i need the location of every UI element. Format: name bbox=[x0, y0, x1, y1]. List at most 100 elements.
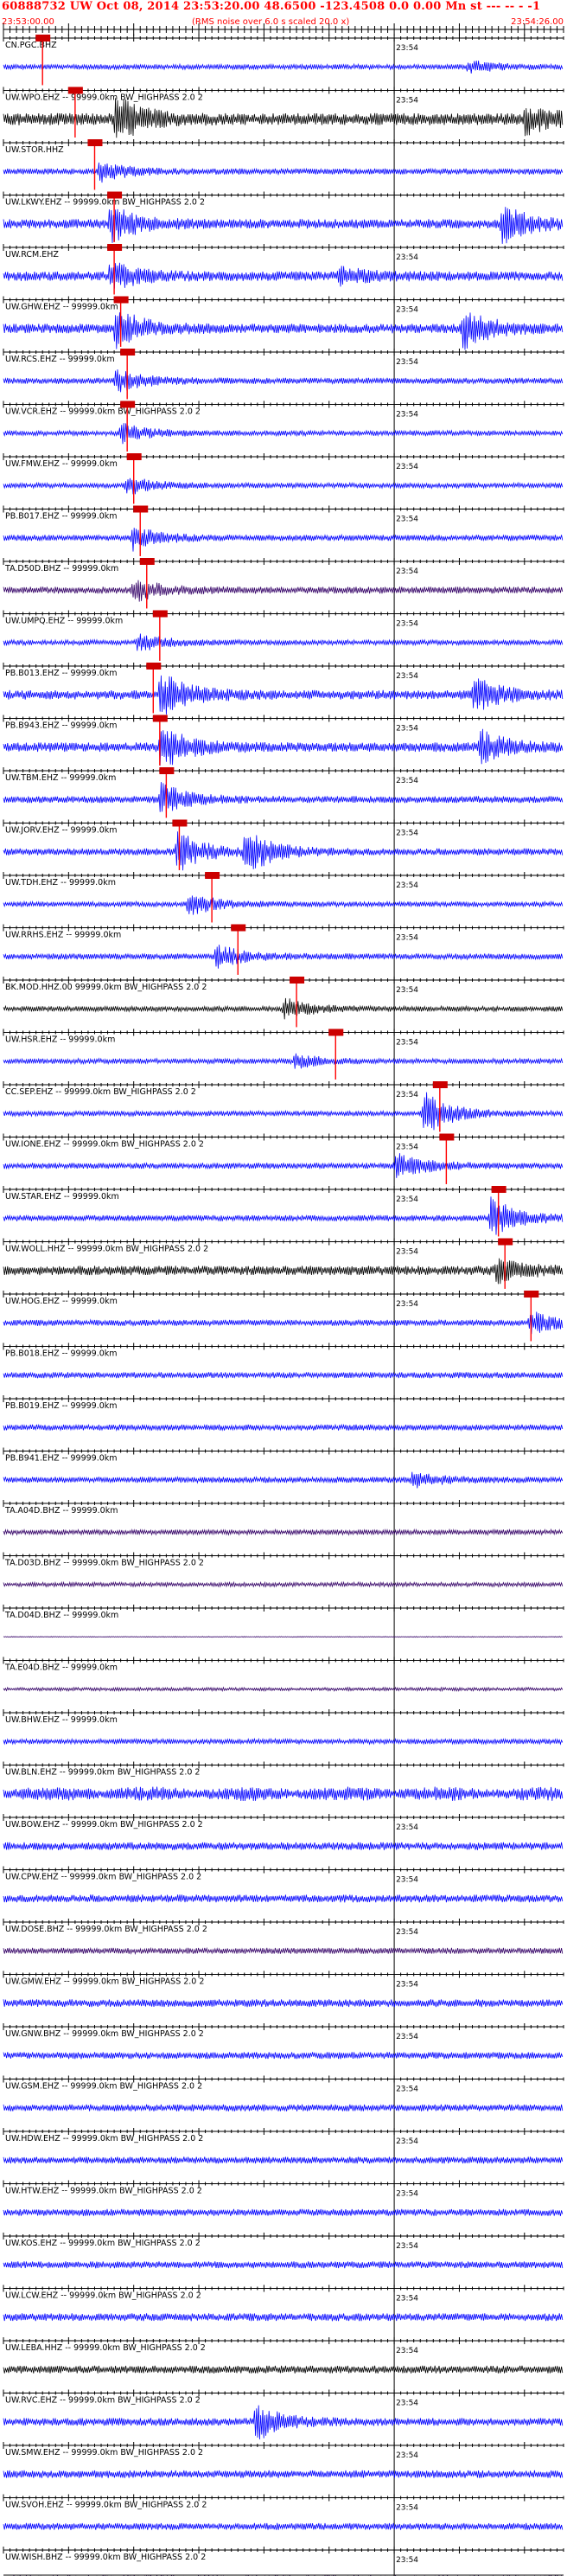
channel-label: UW.RCS.EHZ -- 99999.0km bbox=[5, 355, 115, 364]
channel-strip: 23:54 UW.LEBA.HHZ -- 99999.0km BW_HIGHPAS… bbox=[3, 2337, 564, 2393]
channel-label: CN.PGC.BHZ bbox=[5, 41, 57, 50]
channel-label: UW.BLN.EHZ -- 99999.0km BW_HIGHPASS 2.0 … bbox=[5, 1768, 200, 1778]
channel-strip: 23:54 UW.GMW.EHZ -- 99999.0km BW_HIGHPASS… bbox=[3, 1970, 564, 2027]
waveform-trace bbox=[3, 1311, 564, 1335]
channel-strip: 23:54 UW.GHW.EHZ -- 99999.0km bbox=[3, 296, 564, 352]
channel-strip: 23:54 UW.JORV.EHZ -- 99999.0km bbox=[3, 819, 564, 875]
minute-label: 23:54 bbox=[396, 463, 418, 471]
channel-strip: PB.B018.EHZ -- 99999.0km bbox=[3, 1342, 564, 1399]
channel-label: UW.CPW.EHZ -- 99999.0km BW_HIGHPASS 2.0 … bbox=[5, 1873, 201, 1882]
waveform-trace bbox=[3, 633, 564, 651]
minute-label: 23:54 bbox=[396, 620, 418, 629]
waveform-trace bbox=[3, 2522, 564, 2531]
waveform-trace bbox=[3, 477, 564, 495]
waveform-trace bbox=[3, 1471, 564, 1489]
pick-flag bbox=[498, 1238, 513, 1246]
pick-flag bbox=[139, 558, 155, 565]
channel-label: UW.IONE.EHZ -- 99999.0km BW_HIGHPASS 2.0… bbox=[5, 1140, 204, 1150]
waveform-trace bbox=[3, 1686, 564, 1693]
channel-label: PB.B013.EHZ -- 99999.0km bbox=[5, 669, 118, 678]
channel-label: UW.BOW.EHZ -- 99999.0km BW_HIGHPASS 2.0 … bbox=[5, 1820, 203, 1829]
pick-flag bbox=[107, 191, 123, 199]
channel-label: UW.GSM.EHZ -- 99999.0km BW_HIGHPASS 2.0 … bbox=[5, 2082, 202, 2092]
channel-strip: 23:54 UW.FMW.EHZ -- 99999.0km bbox=[3, 453, 564, 509]
channel-label: UW.WISH.BHZ -- 99999.0km BW_HIGHPASS 2.0… bbox=[5, 2553, 206, 2562]
minute-label: 23:54 bbox=[396, 2504, 418, 2513]
channel-strip: 23:54 TA.D50D.BHZ -- 99999.0km bbox=[3, 558, 564, 614]
channel-label: BK.MOD.HHZ.00 99999.0km BW_HIGHPASS 2.0 … bbox=[5, 983, 207, 992]
seismogram-page: 60888732 UW Oct 08, 2014 23:53:20.00 48.… bbox=[0, 0, 567, 2576]
channel-strip: 23:54 PB.B013.EHZ -- 99999.0km bbox=[3, 663, 564, 719]
pick-flag bbox=[328, 1028, 344, 1036]
pick-flag bbox=[133, 505, 149, 513]
minute-label: 23:54 bbox=[396, 2033, 418, 2041]
channel-strip: PB.B019.EHZ -- 99999.0km bbox=[3, 1395, 564, 1451]
channel-strip: 23:54 UW.TDH.EHZ -- 99999.0km bbox=[3, 872, 564, 928]
pick-flag bbox=[35, 35, 51, 42]
channel-label: PB.B943.EHZ -- 99999.0km bbox=[5, 721, 118, 731]
channel-label: TA.D04D.BHZ -- 99999.0km bbox=[4, 1611, 118, 1620]
channel-strip: TA.D03D.BHZ -- 99999.0km BW_HIGHPASS 2.0… bbox=[3, 1552, 564, 1608]
channel-label: UW.KOS.EHZ -- 99999.0km BW_HIGHPASS 2.0 … bbox=[5, 2239, 201, 2248]
minute-label: 23:54 bbox=[396, 1195, 418, 1204]
minute-label: 23:54 bbox=[396, 1876, 418, 1885]
waveform-trace bbox=[3, 2260, 564, 2269]
minute-label: 23:54 bbox=[396, 2242, 418, 2251]
minute-label: 23:54 bbox=[396, 830, 418, 838]
pick-flag bbox=[159, 767, 175, 774]
waveform-trace bbox=[3, 945, 564, 969]
waveform-trace bbox=[3, 831, 564, 871]
channel-strip: 23:54 UW.IONE.EHZ -- 99999.0km BW_HIGHPAS… bbox=[3, 1133, 564, 1189]
channel-strip: UW.BLN.EHZ -- 99999.0km BW_HIGHPASS 2.0 … bbox=[3, 1761, 564, 1817]
channel-label: UW.STOR.HHZ bbox=[5, 145, 64, 155]
minute-label: 23:54 bbox=[396, 44, 418, 53]
waveform-trace bbox=[3, 423, 564, 445]
channel-label: UW.HDW.EHZ -- 99999.0km BW_HIGHPASS 2.0 … bbox=[5, 2134, 203, 2143]
channel-strip: 23:54 UW.RCM.EHZ bbox=[3, 244, 564, 300]
waveform-trace bbox=[3, 1196, 564, 1235]
pick-flag bbox=[205, 872, 220, 879]
channel-label: UW.LEBA.HHZ -- 99999.0km BW_HIGHPASS 2.0… bbox=[5, 2343, 206, 2353]
channel-strip: 23:54 BK.MOD.HHZ.00 99999.0km BW_HIGHPASS… bbox=[3, 977, 564, 1033]
waveform-trace bbox=[3, 997, 564, 1020]
channel-strip: 23:54 UW.CPW.EHZ -- 99999.0km BW_HIGHPASS… bbox=[3, 1866, 564, 1922]
waveform-trace bbox=[3, 1737, 564, 1746]
pick-flag bbox=[152, 714, 168, 722]
channel-strip: 23:54 UW.HDW.EHZ -- 99999.0km BW_HIGHPASS… bbox=[3, 2128, 564, 2184]
channel-strip: TA.A04D.BHZ -- 99999.0km bbox=[3, 1500, 564, 1556]
channel-strip: 23:54 UW.HSR.EHZ -- 99999.0km bbox=[3, 1028, 564, 1085]
pick-flag bbox=[120, 400, 136, 408]
channel-label: UW.BHW.EHZ -- 99999.0km bbox=[5, 1715, 118, 1725]
channel-label: UW.WOLL.HHZ -- 99999.0km BW_HIGHPASS 2.0… bbox=[5, 1245, 208, 1254]
channel-strip: 23:54 UW.STAR.EHZ -- 99999.0km bbox=[3, 1186, 564, 1242]
channel-label: UW.SVOH.EHZ -- 99999.0km BW_HIGHPASS 2.0… bbox=[5, 2501, 207, 2510]
minute-label: 23:54 bbox=[396, 1039, 418, 1048]
channel-label: UW.TBM.EHZ -- 99999.0km bbox=[5, 773, 116, 783]
minute-label: 23:54 bbox=[396, 2400, 418, 2408]
minute-label: 23:54 bbox=[396, 2137, 418, 2146]
minute-label: 23:54 bbox=[396, 2451, 418, 2460]
channel-strip: 23:54 UW.VCR.EHZ -- 99999.0km BW_HIGHPASS… bbox=[3, 400, 564, 457]
pick-flag bbox=[87, 139, 103, 146]
waveform-trace bbox=[3, 528, 564, 552]
waveform-trace bbox=[3, 1423, 564, 1432]
minute-label: 23:54 bbox=[396, 567, 418, 576]
pick-flag bbox=[290, 977, 305, 984]
channel-label: UW.FMW.EHZ -- 99999.0km bbox=[5, 459, 118, 469]
channel-label: UW.RRHS.EHZ -- 99999.0km bbox=[5, 931, 121, 940]
channel-label: TA.D03D.BHZ -- 99999.0km BW_HIGHPASS 2.0… bbox=[4, 1559, 204, 1568]
minute-label: 23:54 bbox=[396, 672, 418, 681]
channel-strip: 23:54 PB.B017.EHZ -- 99999.0km bbox=[3, 505, 564, 561]
minute-label: 23:54 bbox=[396, 777, 418, 785]
channel-label: PB.B019.EHZ -- 99999.0km bbox=[5, 1401, 118, 1411]
channel-strip: 23:54 UW.KOS.EHZ -- 99999.0km BW_HIGHPASS… bbox=[3, 2233, 564, 2289]
channel-strip: 23:54 UW.GSM.EHZ -- 99999.0km BW_HIGHPASS… bbox=[3, 2075, 564, 2131]
waveform-trace bbox=[3, 1528, 564, 1536]
channel-strip: UW.STOR.HHZ bbox=[3, 139, 564, 195]
minute-label: 23:54 bbox=[396, 1928, 418, 1937]
minute-label: 23:54 bbox=[396, 2086, 418, 2094]
channel-strip: 23:54 CN.PGC.BHZ bbox=[3, 35, 564, 91]
waveform-trace bbox=[3, 98, 564, 138]
waveform-trace bbox=[3, 207, 564, 244]
channel-strip: 23:54 UW.LCW.EHZ -- 99999.0km BW_HIGHPASS… bbox=[3, 2284, 564, 2341]
